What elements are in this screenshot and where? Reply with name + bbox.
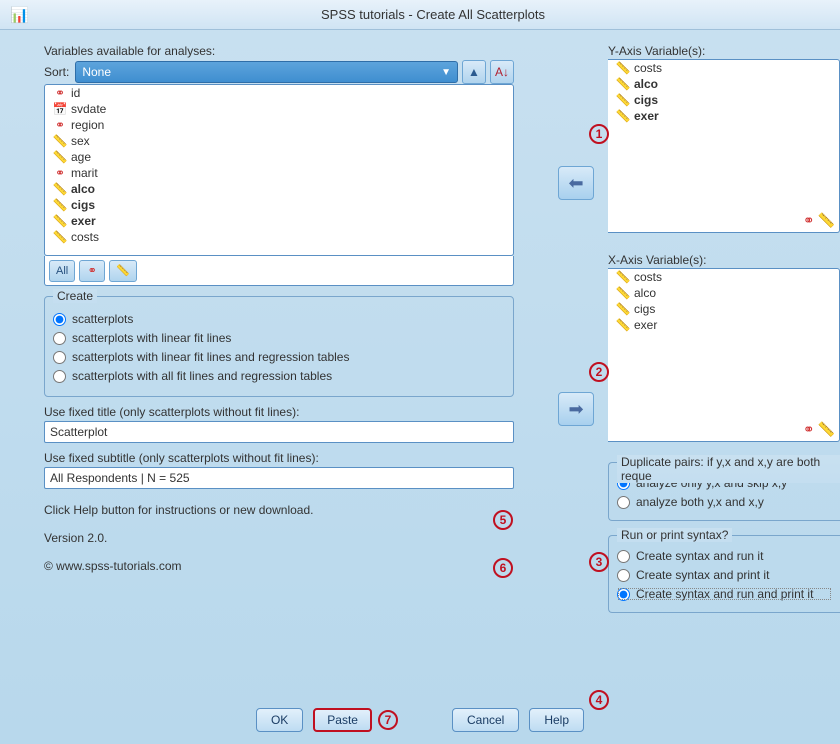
y-listbox[interactable]: 📏costs📏alco📏cigs📏exer ⚭ 📏 (608, 59, 840, 233)
cancel-button[interactable]: Cancel (452, 708, 519, 732)
y-label: Y-Axis Variable(s): (608, 44, 840, 58)
app-icon: 📊 (10, 6, 28, 24)
fixed-sub-input[interactable] (44, 467, 514, 489)
move-to-y-button[interactable]: ⬅ (558, 166, 594, 200)
callout-1: 1 (589, 124, 609, 144)
arrow-right-icon: ➡ (568, 399, 583, 420)
variable-item[interactable]: 📏cigs (608, 301, 839, 317)
variable-item[interactable]: 📏costs (45, 229, 513, 245)
scale-icon: 📏 (818, 212, 835, 229)
variable-item[interactable]: 📏alco (608, 285, 839, 301)
variable-item[interactable]: 📏sex (45, 133, 513, 149)
variable-item[interactable]: ⚭id (45, 85, 513, 101)
dup-opt-1[interactable]: analyze both y,x and x,y (617, 495, 832, 509)
callout-4: 4 (589, 690, 609, 710)
x-corner-icons: ⚭ 📏 (803, 421, 835, 438)
available-listbox[interactable]: ⚭id📅svdate⚭region📏sex📏age⚭marit📏alco📏cig… (44, 84, 514, 256)
sort-label: Sort: (44, 65, 69, 79)
create-opt-1[interactable]: scatterplots with linear fit lines (53, 331, 505, 345)
callout-3: 3 (589, 552, 609, 572)
help-hint: Click Help button for instructions or ne… (44, 503, 514, 517)
button-bar: OK Paste 7 Cancel Help (0, 708, 840, 732)
filter-nominal-button[interactable]: ⚭ (79, 260, 105, 282)
x-listbox[interactable]: 📏costs📏alco📏cigs📏exer ⚭ 📏 (608, 268, 840, 442)
fixed-title-label: Use fixed title (only scatterplots witho… (44, 405, 514, 419)
run-group: Run or print syntax? Create syntax and r… (608, 535, 840, 613)
variable-item[interactable]: 📅svdate (45, 101, 513, 117)
variable-item[interactable]: 📏costs (608, 269, 839, 285)
variable-item[interactable]: 📏cigs (45, 197, 513, 213)
callout-2: 2 (589, 362, 609, 382)
available-label: Variables available for analyses: (44, 44, 514, 58)
scale-icon: 📏 (818, 421, 835, 438)
sort-asc-button[interactable]: ▲ (462, 60, 486, 84)
window-title: SPSS tutorials - Create All Scatterplots (36, 7, 830, 22)
move-to-x-button[interactable]: ➡ (558, 392, 594, 426)
duplicate-group: Duplicate pairs: if y,x and x,y are both… (608, 462, 840, 521)
x-label: X-Axis Variable(s): (608, 253, 840, 267)
paste-button[interactable]: Paste (313, 708, 372, 732)
nominal-icon: ⚭ (803, 212, 815, 229)
copyright-text: © www.spss-tutorials.com (44, 559, 514, 573)
variable-item[interactable]: 📏costs (608, 60, 839, 76)
variable-item[interactable]: ⚭region (45, 117, 513, 133)
chevron-down-icon: ▼ (441, 67, 451, 78)
variable-item[interactable]: 📏alco (45, 181, 513, 197)
variable-item[interactable]: ⚭marit (45, 165, 513, 181)
variable-item[interactable]: 📏cigs (608, 92, 839, 108)
sort-combo[interactable]: None ▼ (75, 61, 458, 83)
callout-7: 7 (378, 710, 398, 730)
variable-item[interactable]: 📏age (45, 149, 513, 165)
create-opt-2[interactable]: scatterplots with linear fit lines and r… (53, 350, 505, 364)
callout-6: 6 (493, 558, 513, 578)
nominal-icon: ⚭ (803, 421, 815, 438)
sort-value: None (82, 65, 111, 79)
filter-row: All ⚭ 📏 (44, 256, 514, 286)
run-opt-0[interactable]: Create syntax and run it (617, 549, 832, 563)
version-text: Version 2.0. (44, 531, 514, 545)
ok-button[interactable]: OK (256, 708, 303, 732)
sort-desc-button[interactable]: A↓ (490, 60, 514, 84)
filter-scale-button[interactable]: 📏 (109, 260, 137, 282)
variable-item[interactable]: 📏exer (608, 108, 839, 124)
create-legend: Create (53, 289, 97, 303)
y-corner-icons: ⚭ 📏 (803, 212, 835, 229)
callout-5: 5 (493, 510, 513, 530)
run-opt-1[interactable]: Create syntax and print it (617, 568, 832, 582)
filter-all-button[interactable]: All (49, 260, 75, 282)
dup-legend: Duplicate pairs: if y,x and x,y are both… (617, 455, 840, 483)
help-button[interactable]: Help (529, 708, 584, 732)
create-opt-0[interactable]: scatterplots (53, 312, 505, 326)
title-bar: 📊 SPSS tutorials - Create All Scatterplo… (0, 0, 840, 30)
fixed-title-input[interactable] (44, 421, 514, 443)
variable-item[interactable]: 📏alco (608, 76, 839, 92)
fixed-sub-label: Use fixed subtitle (only scatterplots wi… (44, 451, 514, 465)
variable-item[interactable]: 📏exer (608, 317, 839, 333)
create-opt-3[interactable]: scatterplots with all fit lines and regr… (53, 369, 505, 383)
arrow-left-icon: ⬅ (568, 173, 583, 194)
run-legend: Run or print syntax? (617, 528, 732, 542)
run-opt-2[interactable]: Create syntax and run and print it (617, 587, 832, 601)
create-group: Create scatterplots scatterplots with li… (44, 296, 514, 397)
variable-item[interactable]: 📏exer (45, 213, 513, 229)
